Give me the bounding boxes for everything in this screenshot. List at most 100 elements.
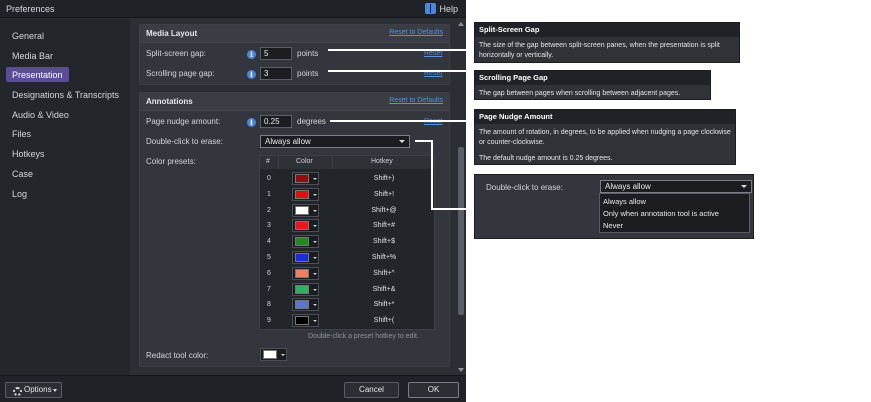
redact-color-button[interactable]	[260, 348, 287, 361]
preset-hotkey[interactable]: Shift+!	[334, 191, 434, 198]
chevron-down-icon	[741, 185, 747, 188]
sidebar-item-case[interactable]: Case	[6, 166, 39, 181]
preset-number: 2	[267, 206, 271, 214]
preset-hotkey[interactable]: Shift+#	[334, 222, 434, 229]
col-header-number: #	[266, 158, 270, 165]
preset-color-button[interactable]	[292, 219, 319, 233]
erase-select[interactable]: Always allow	[260, 135, 410, 148]
media-layout-panel: Media Layout Reset to Defaults Split-scr…	[139, 24, 450, 85]
callout-connector-nudge	[330, 120, 475, 122]
header-divider	[332, 156, 333, 169]
callout-nudge-body: The amount of rotation, in degrees, to b…	[479, 129, 731, 146]
preset-color-button[interactable]	[292, 235, 319, 249]
preset-hotkey[interactable]: Shift+(	[334, 317, 434, 324]
chevron-down-icon	[313, 225, 317, 228]
scrollbar-thumb[interactable]	[458, 147, 464, 315]
sidebar-item-presentation[interactable]: Presentation	[6, 67, 69, 82]
chevron-down-icon	[399, 140, 405, 143]
sidebar-item-general[interactable]: General	[6, 28, 50, 43]
media-layout-reset-defaults-link[interactable]: Reset to Defaults	[389, 29, 443, 36]
cancel-button[interactable]: Cancel	[344, 382, 399, 398]
erase-option-when-active[interactable]: Only when annotation tool is active	[603, 209, 719, 218]
split-gap-info-icon[interactable]: i	[247, 50, 256, 59]
preset-row[interactable]: 4 Shift+$	[260, 234, 434, 250]
chevron-down-icon	[313, 241, 317, 244]
sidebar-item-hotkeys[interactable]: Hotkeys	[6, 146, 51, 161]
annotations-header: Annotations Reset to Defaults	[140, 93, 449, 111]
preset-row[interactable]: 8 Shift+*	[260, 297, 434, 313]
preset-row[interactable]: 0 Shift+)	[260, 171, 434, 187]
split-gap-input[interactable]: 5	[260, 47, 292, 60]
scroll-up-arrow-icon[interactable]	[458, 22, 464, 26]
preset-color-button[interactable]	[292, 266, 319, 280]
sidebar-item-files[interactable]: Files	[6, 126, 37, 141]
preset-hotkey[interactable]: Shift+$	[334, 238, 434, 245]
preset-row[interactable]: 1 Shift+!	[260, 187, 434, 203]
help-button[interactable]: Help	[425, 3, 458, 14]
preset-hotkey[interactable]: Shift+%	[334, 254, 434, 261]
preset-hotkey[interactable]: Shift+&	[334, 286, 434, 293]
callout-scroll-title: Scrolling Page Gap	[475, 71, 710, 85]
erase-select-value: Always allow	[265, 137, 311, 146]
preset-color-button[interactable]	[292, 187, 319, 201]
preset-row[interactable]: 3 Shift+#	[260, 218, 434, 234]
annotations-reset-defaults-link[interactable]: Reset to Defaults	[389, 97, 443, 104]
scroll-gap-input[interactable]: 3	[260, 67, 292, 80]
split-gap-label: Split-screen gap:	[146, 49, 207, 58]
erase-label: Double-click to erase:	[146, 137, 223, 146]
nudge-unit: degrees	[297, 117, 326, 126]
chevron-down-icon	[313, 272, 317, 275]
callout-page-nudge-amount: Page Nudge Amount The amount of rotation…	[474, 109, 736, 165]
dialog-footer: Options Cancel OK	[0, 375, 466, 402]
sidebar: General Media Bar Presentation Designati…	[0, 19, 130, 375]
preset-hotkey[interactable]: Shift+)	[334, 175, 434, 182]
preset-hotkey[interactable]: Shift+*	[334, 301, 434, 308]
scroll-gap-unit: points	[297, 69, 319, 78]
callout-split-body: The size of the gap between split-screen…	[479, 42, 720, 59]
preset-color-button[interactable]	[292, 298, 319, 312]
nudge-label: Page nudge amount:	[146, 117, 221, 126]
preset-color-button[interactable]	[292, 314, 319, 328]
preset-color-button[interactable]	[292, 251, 319, 264]
preset-hotkey[interactable]: Shift+@	[334, 207, 434, 214]
preset-color-button[interactable]	[292, 203, 319, 217]
preset-row[interactable]: 6 Shift+^	[260, 266, 434, 282]
preset-number: 1	[267, 190, 271, 198]
callout-connector-erase-b	[431, 140, 433, 210]
chevron-down-icon	[313, 193, 317, 196]
callout-connector-split	[328, 49, 475, 51]
preset-color-swatch	[295, 221, 309, 231]
preset-row[interactable]: 5 Shift+%	[260, 250, 434, 266]
preset-hotkey[interactable]: Shift+^	[334, 270, 434, 277]
preset-row[interactable]: 7 Shift+&	[260, 282, 434, 298]
nudge-info-icon[interactable]: i	[247, 118, 256, 127]
nudge-input[interactable]: 0.25	[260, 115, 292, 128]
chevron-down-icon	[53, 389, 57, 392]
preset-row[interactable]: 9 Shift+(	[260, 313, 434, 329]
preset-row[interactable]: 2 Shift+@	[260, 203, 434, 219]
color-presets-table: # Color Hotkey 0 Shift+) 1 Shift+! 2 Shift+@ 3…	[259, 155, 435, 330]
preset-number: 0	[267, 175, 271, 182]
options-button[interactable]: Options	[5, 382, 62, 398]
erase-option-never[interactable]: Never	[603, 221, 623, 230]
sidebar-item-log[interactable]: Log	[6, 186, 33, 201]
scroll-gap-info-icon[interactable]: i	[247, 70, 256, 79]
callout-split-screen-gap: Split-Screen Gap The size of the gap bet…	[474, 22, 740, 63]
preset-number: 7	[267, 285, 271, 293]
scroll-down-arrow-icon[interactable]	[458, 368, 464, 372]
color-presets-label: Color presets:	[146, 157, 196, 166]
callout-erase-label: Double-click to erase:	[486, 183, 563, 192]
erase-option-always[interactable]: Always allow	[603, 197, 646, 206]
vertical-scrollbar[interactable]	[457, 19, 465, 375]
split-gap-reset-link[interactable]: Reset	[424, 50, 442, 57]
preset-color-button[interactable]	[292, 282, 319, 296]
ok-button[interactable]: OK	[408, 382, 459, 398]
sidebar-item-media-bar[interactable]: Media Bar	[6, 48, 59, 63]
preset-color-button[interactable]	[292, 172, 319, 185]
preferences-window: Preferences Help General Media Bar Prese…	[0, 0, 466, 402]
sidebar-item-designations-transcripts[interactable]: Designations & Transcripts	[6, 87, 125, 102]
redact-color-label: Redact tool color:	[146, 351, 209, 360]
sidebar-item-audio-video[interactable]: Audio & Video	[6, 107, 75, 122]
callout-erase-select[interactable]: Always allow	[600, 180, 752, 193]
media-layout-header: Media Layout Reset to Defaults	[140, 25, 449, 43]
